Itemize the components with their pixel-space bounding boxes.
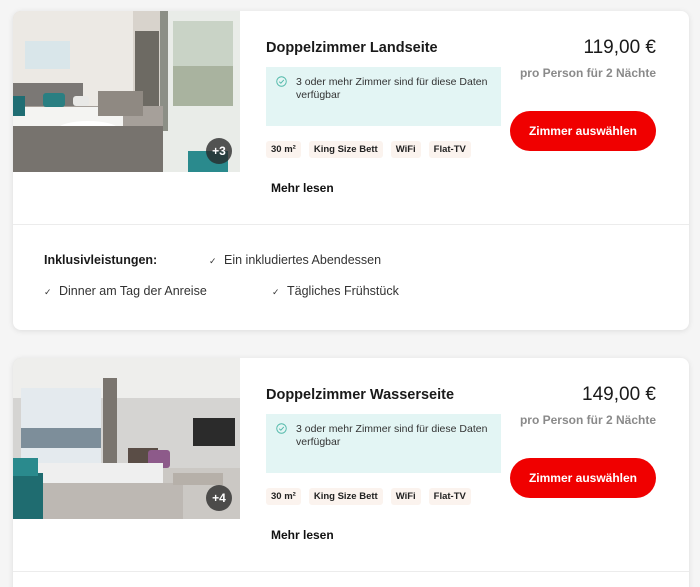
feature-tag-tv: Flat-TV — [428, 488, 471, 505]
room-features: 30 m² King Size Bett WiFi Flat-TV — [266, 488, 471, 505]
room-photo[interactable]: +4 — [13, 358, 240, 519]
price-note: pro Person für 2 Nächte — [519, 66, 656, 80]
check-circle-icon — [276, 76, 287, 87]
availability-text: 3 oder mehr Zimmer sind für diese Daten … — [296, 76, 488, 101]
room-price: 119,00 € — [583, 37, 656, 58]
availability-text: 3 oder mehr Zimmer sind für diese Daten … — [296, 423, 488, 448]
room-card: +4 Doppelzimmer Wasserseite 3 oder mehr … — [13, 358, 689, 587]
select-room-button[interactable]: Zimmer auswählen — [510, 458, 656, 498]
feature-tag-bed: King Size Bett — [308, 141, 383, 158]
room-title: Doppelzimmer Wasserseite — [266, 387, 455, 403]
select-room-button[interactable]: Zimmer auswählen — [510, 111, 656, 151]
feature-tag-size: 30 m² — [266, 488, 301, 505]
feature-tag-tv: Flat-TV — [428, 141, 471, 158]
availability-notice: 3 oder mehr Zimmer sind für diese Daten … — [266, 67, 501, 126]
check-icon: ✓ — [209, 256, 217, 266]
price-note: pro Person für 2 Nächte — [519, 413, 656, 427]
feature-tag-size: 30 m² — [266, 141, 301, 158]
photo-count-badge[interactable]: +3 — [206, 138, 232, 164]
room-price: 149,00 € — [582, 384, 656, 405]
room-card-main: +4 Doppelzimmer Wasserseite 3 oder mehr … — [13, 358, 689, 571]
room-card: +3 Doppelzimmer Landseite 3 oder mehr Zi… — [13, 11, 689, 330]
feature-tag-wifi: WiFi — [390, 488, 421, 505]
room-photo[interactable]: +3 — [13, 11, 240, 172]
check-circle-icon — [276, 423, 287, 434]
inclusions-section: Inklusivleistungen: ✓ Ein inkludiertes Ab… — [13, 225, 689, 330]
read-more-link[interactable]: Mehr lesen — [271, 528, 334, 542]
inclusion-item: ✓ Ein inkludiertes Abendessen — [209, 253, 381, 267]
room-card-main: +3 Doppelzimmer Landseite 3 oder mehr Zi… — [13, 11, 689, 224]
inclusion-text: Ein inkludiertes Abendessen — [224, 253, 382, 267]
inclusion-item: ✓ Tägliches Frühstück — [272, 284, 399, 298]
photo-count-badge[interactable]: +4 — [206, 485, 232, 511]
inclusion-item: ✓ Dinner am Tag der Anreise — [44, 284, 207, 298]
room-title: Doppelzimmer Landseite — [266, 40, 438, 56]
read-more-link[interactable]: Mehr lesen — [271, 181, 334, 195]
check-icon: ✓ — [272, 287, 280, 297]
check-icon: ✓ — [44, 287, 52, 297]
feature-tag-wifi: WiFi — [390, 141, 421, 158]
feature-tag-bed: King Size Bett — [308, 488, 383, 505]
inclusion-text: Tägliches Frühstück — [287, 284, 399, 298]
inclusions-label: Inklusivleistungen: — [44, 253, 158, 267]
inclusion-text: Dinner am Tag der Anreise — [59, 284, 207, 298]
divider — [13, 571, 689, 572]
room-features: 30 m² King Size Bett WiFi Flat-TV — [266, 141, 471, 158]
availability-notice: 3 oder mehr Zimmer sind für diese Daten … — [266, 414, 501, 473]
